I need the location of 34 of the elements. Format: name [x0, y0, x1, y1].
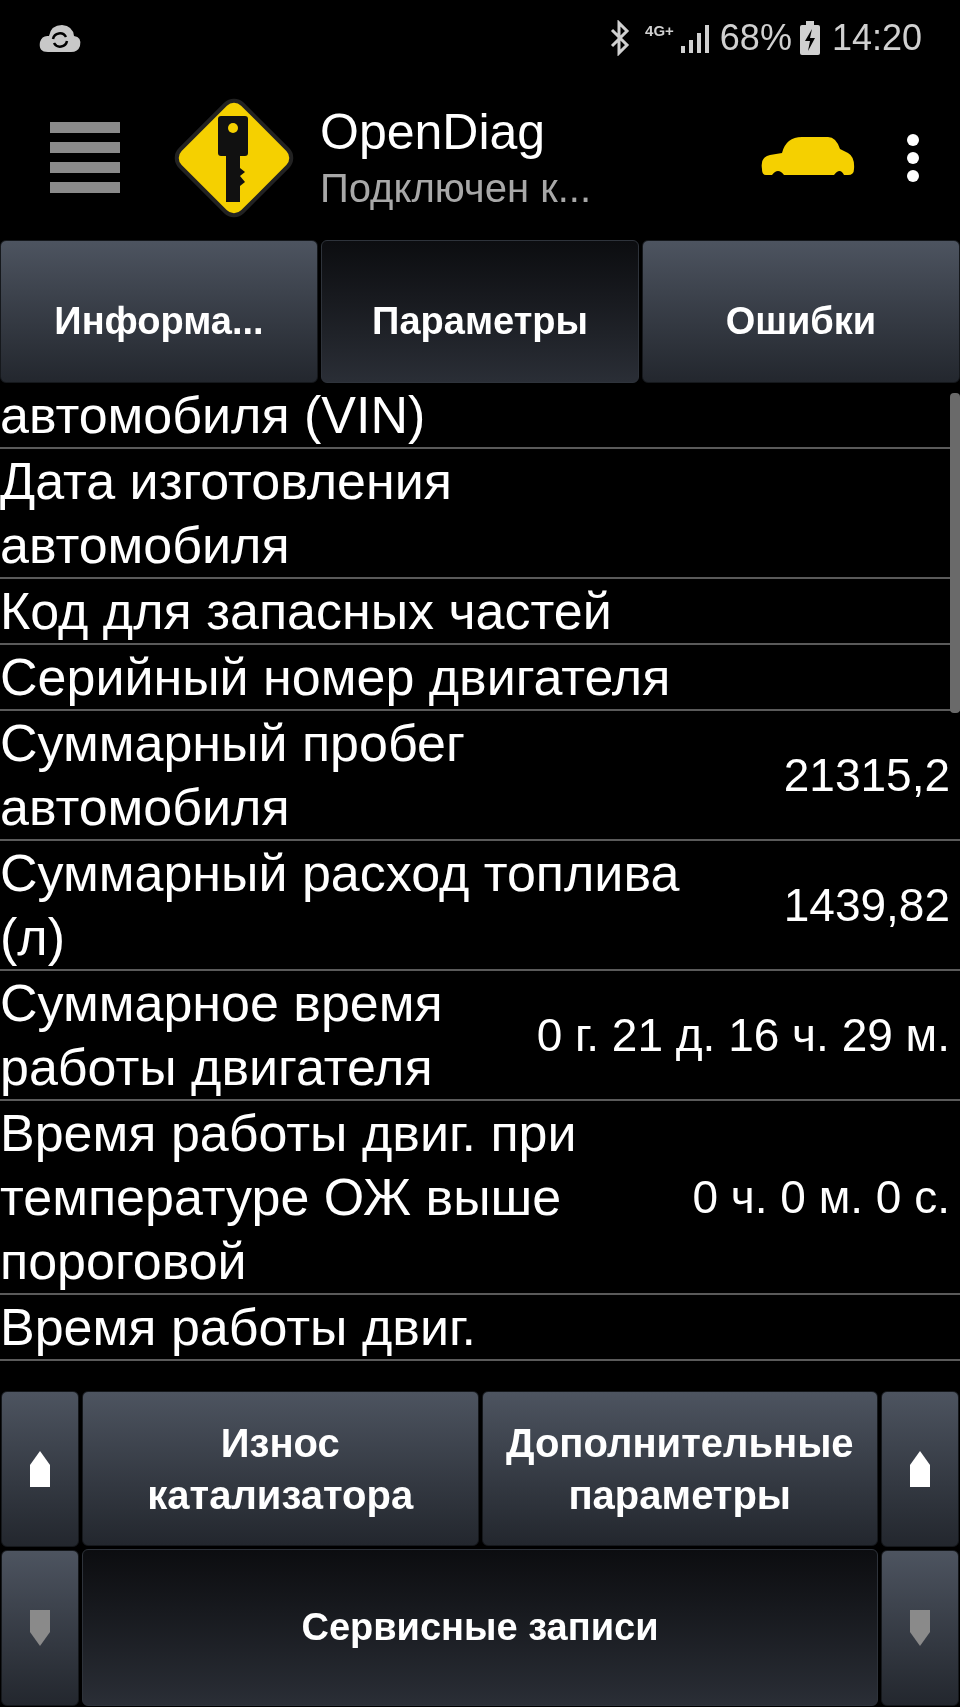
more-options-icon[interactable]	[906, 132, 920, 183]
parameter-name: Дата изготовления автомобиля	[0, 451, 453, 576]
action-button[interactable]: Сервисные записи	[82, 1549, 878, 1706]
action-button[interactable]: Износ катализатора	[82, 1391, 479, 1546]
parameter-name: Суммарное время работы двигателя	[0, 973, 444, 1098]
app-title: OpenDiag	[320, 102, 547, 162]
up-arrow-icon	[909, 1449, 931, 1489]
tab[interactable]: Параметры	[321, 240, 639, 383]
action-button[interactable]: Дополнительные параметры	[481, 1391, 878, 1546]
down-arrow-icon	[909, 1608, 931, 1648]
scroll-up-button[interactable]	[881, 1391, 959, 1547]
parameter-value: 0 г. 21 д. 16 ч. 29 м.	[535, 1008, 950, 1063]
network-type: 4G+	[645, 21, 674, 42]
menu-icon[interactable]	[50, 121, 120, 194]
parameter-name: Код для запасных частей	[0, 581, 613, 642]
bluetooth-icon	[609, 19, 632, 56]
down-arrow-icon	[29, 1608, 51, 1648]
parameter-value: 1439,82	[782, 878, 950, 933]
battery-percent: 68%	[719, 15, 792, 60]
parameter-value: 21315,2	[782, 748, 950, 803]
parameter-value: 0 ч. 0 м. 0 с.	[691, 1170, 950, 1225]
battery-charging-icon	[799, 20, 820, 55]
parameter-name: автомобиля (VIN)	[0, 385, 427, 446]
parameter-name: Время работы двиг. при температуре ОЖ выше пороговой	[0, 1103, 578, 1292]
scroll-up-button[interactable]	[1, 1391, 79, 1547]
parameter-name: Суммарный пробег автомобиля	[0, 713, 466, 838]
tab[interactable]: Информа...	[0, 240, 318, 383]
parameter-name: Серийный номер двигателя	[0, 647, 672, 708]
app-subtitle: Подключен к...	[320, 164, 591, 212]
up-arrow-icon	[29, 1449, 51, 1489]
tab[interactable]: Ошибки	[642, 240, 960, 383]
clock: 14:20	[831, 15, 922, 60]
parameter-name: Время работы двиг.	[0, 1297, 477, 1358]
parameter-name: Суммарный расход топлива (л)	[0, 843, 681, 968]
